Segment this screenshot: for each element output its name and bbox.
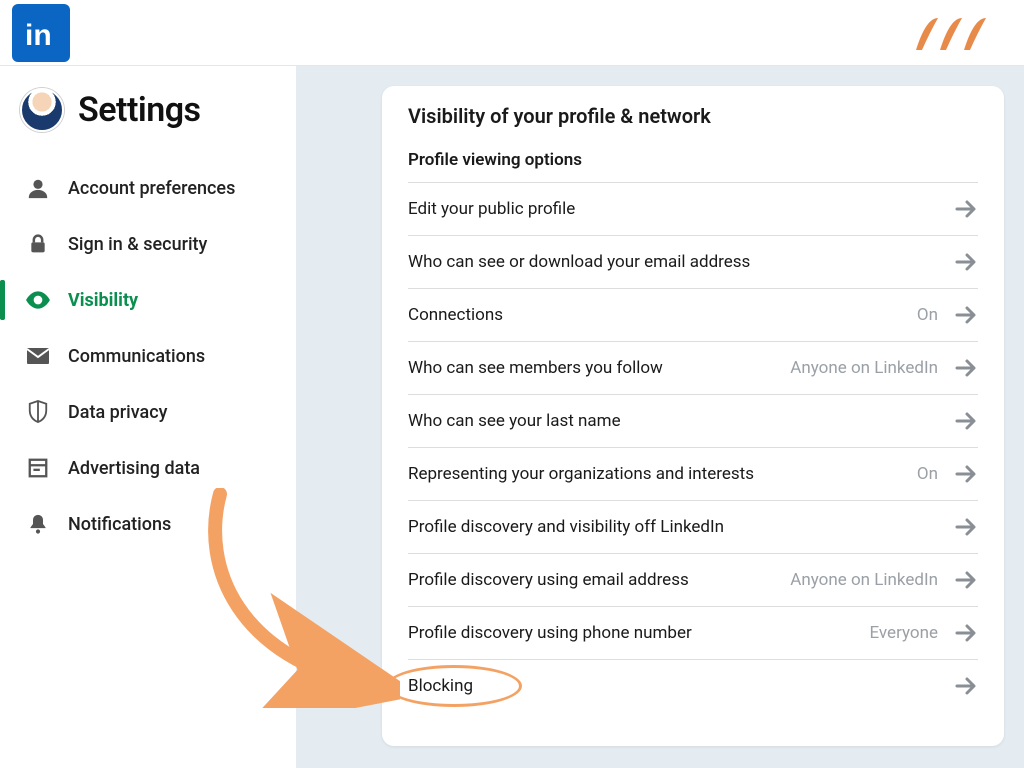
setting-row-label: Connections [408, 305, 503, 325]
setting-row-connections[interactable]: Connections On [408, 288, 978, 341]
brand-slash-icon [908, 12, 1008, 54]
settings-sidebar: Settings Account preferences Sign in & se… [0, 66, 296, 768]
content-gap [296, 66, 382, 768]
content-panel: Visibility of your profile & network Pro… [382, 66, 1024, 768]
card-subheader: Profile viewing options [408, 150, 978, 170]
arrow-right-icon [954, 676, 978, 696]
setting-row-profile-discovery-using-email-address[interactable]: Profile discovery using email address Any… [408, 553, 978, 606]
arrow-right-icon [954, 623, 978, 643]
doc-icon [24, 454, 52, 482]
settings-rows: Edit your public profile Who can see or d… [408, 182, 978, 712]
setting-row-label: Representing your organizations and inte… [408, 464, 754, 484]
sidebar-item-label: Account preferences [68, 178, 235, 199]
sidebar-item-communications[interactable]: Communications [18, 328, 296, 384]
mail-icon [24, 342, 52, 370]
page-title: Settings [78, 90, 201, 130]
linkedin-logo[interactable]: in [12, 4, 70, 62]
sidebar-item-notifications[interactable]: Notifications [18, 496, 296, 552]
top-bar: in [0, 0, 1024, 66]
setting-row-right [954, 252, 978, 272]
setting-row-label: Profile discovery and visibility off Lin… [408, 517, 724, 537]
eye-icon [24, 286, 52, 314]
setting-row-label: Edit your public profile [408, 199, 575, 219]
avatar[interactable] [20, 88, 64, 132]
arrow-right-icon [954, 199, 978, 219]
sidebar-item-label: Communications [68, 346, 205, 367]
setting-row-who-can-see-or-download-your-email-address[interactable]: Who can see or download your email addre… [408, 235, 978, 288]
brand-logo [908, 12, 1008, 54]
sidebar-item-label: Advertising data [68, 458, 200, 479]
sidebar-item-label: Visibility [68, 290, 138, 311]
shield-icon [24, 398, 52, 426]
arrow-right-icon [954, 252, 978, 272]
setting-row-status: Anyone on LinkedIn [790, 358, 938, 378]
setting-row-profile-discovery-and-visibility-off-linkedin[interactable]: Profile discovery and visibility off Lin… [408, 500, 978, 553]
setting-row-right [954, 676, 978, 696]
setting-row-right [954, 199, 978, 219]
sidebar-item-data-privacy[interactable]: Data privacy [18, 384, 296, 440]
arrow-right-icon [954, 411, 978, 431]
sidebar-header: Settings [18, 88, 296, 132]
arrow-right-icon [954, 517, 978, 537]
setting-row-profile-discovery-using-phone-number[interactable]: Profile discovery using phone number Ever… [408, 606, 978, 659]
setting-row-status: Anyone on LinkedIn [790, 570, 938, 590]
setting-row-right: Anyone on LinkedIn [790, 358, 978, 378]
sidebar-item-sign-in-security[interactable]: Sign in & security [18, 216, 296, 272]
setting-row-label: Blocking [408, 676, 473, 696]
lock-icon [24, 230, 52, 258]
setting-row-blocking[interactable]: Blocking [408, 659, 978, 712]
setting-row-right [954, 517, 978, 537]
setting-row-status: On [917, 305, 938, 325]
arrow-right-icon [954, 464, 978, 484]
arrow-right-icon [954, 570, 978, 590]
visibility-card: Visibility of your profile & network Pro… [382, 86, 1004, 746]
arrow-right-icon [954, 305, 978, 325]
sidebar-nav: Account preferences Sign in & security Vis… [18, 160, 296, 552]
sidebar-item-label: Notifications [68, 514, 171, 535]
setting-row-label: Who can see members you follow [408, 358, 663, 378]
setting-row-right [954, 411, 978, 431]
setting-row-label: Who can see your last name [408, 411, 621, 431]
setting-row-edit-your-public-profile[interactable]: Edit your public profile [408, 182, 978, 235]
setting-row-right: Everyone [869, 623, 978, 643]
sidebar-item-account-preferences[interactable]: Account preferences [18, 160, 296, 216]
setting-row-right: On [917, 464, 978, 484]
card-title: Visibility of your profile & network [408, 104, 978, 128]
setting-row-status: On [917, 464, 938, 484]
setting-row-right: On [917, 305, 978, 325]
sidebar-item-label: Data privacy [68, 402, 167, 423]
svg-text:in: in [25, 19, 52, 52]
user-icon [24, 174, 52, 202]
setting-row-who-can-see-your-last-name[interactable]: Who can see your last name [408, 394, 978, 447]
arrow-right-icon [954, 358, 978, 378]
setting-row-right: Anyone on LinkedIn [790, 570, 978, 590]
bell-icon [24, 510, 52, 538]
sidebar-item-advertising-data[interactable]: Advertising data [18, 440, 296, 496]
setting-row-label: Profile discovery using email address [408, 570, 689, 590]
setting-row-representing-your-organizations-and-interests[interactable]: Representing your organizations and inte… [408, 447, 978, 500]
setting-row-label: Profile discovery using phone number [408, 623, 692, 643]
sidebar-item-label: Sign in & security [68, 234, 207, 255]
setting-row-label: Who can see or download your email addre… [408, 252, 750, 272]
setting-row-who-can-see-members-you-follow[interactable]: Who can see members you follow Anyone on … [408, 341, 978, 394]
linkedin-in-icon: in [21, 13, 61, 53]
page-body: Settings Account preferences Sign in & se… [0, 66, 1024, 768]
setting-row-status: Everyone [869, 623, 938, 643]
sidebar-item-visibility[interactable]: Visibility [18, 272, 296, 328]
